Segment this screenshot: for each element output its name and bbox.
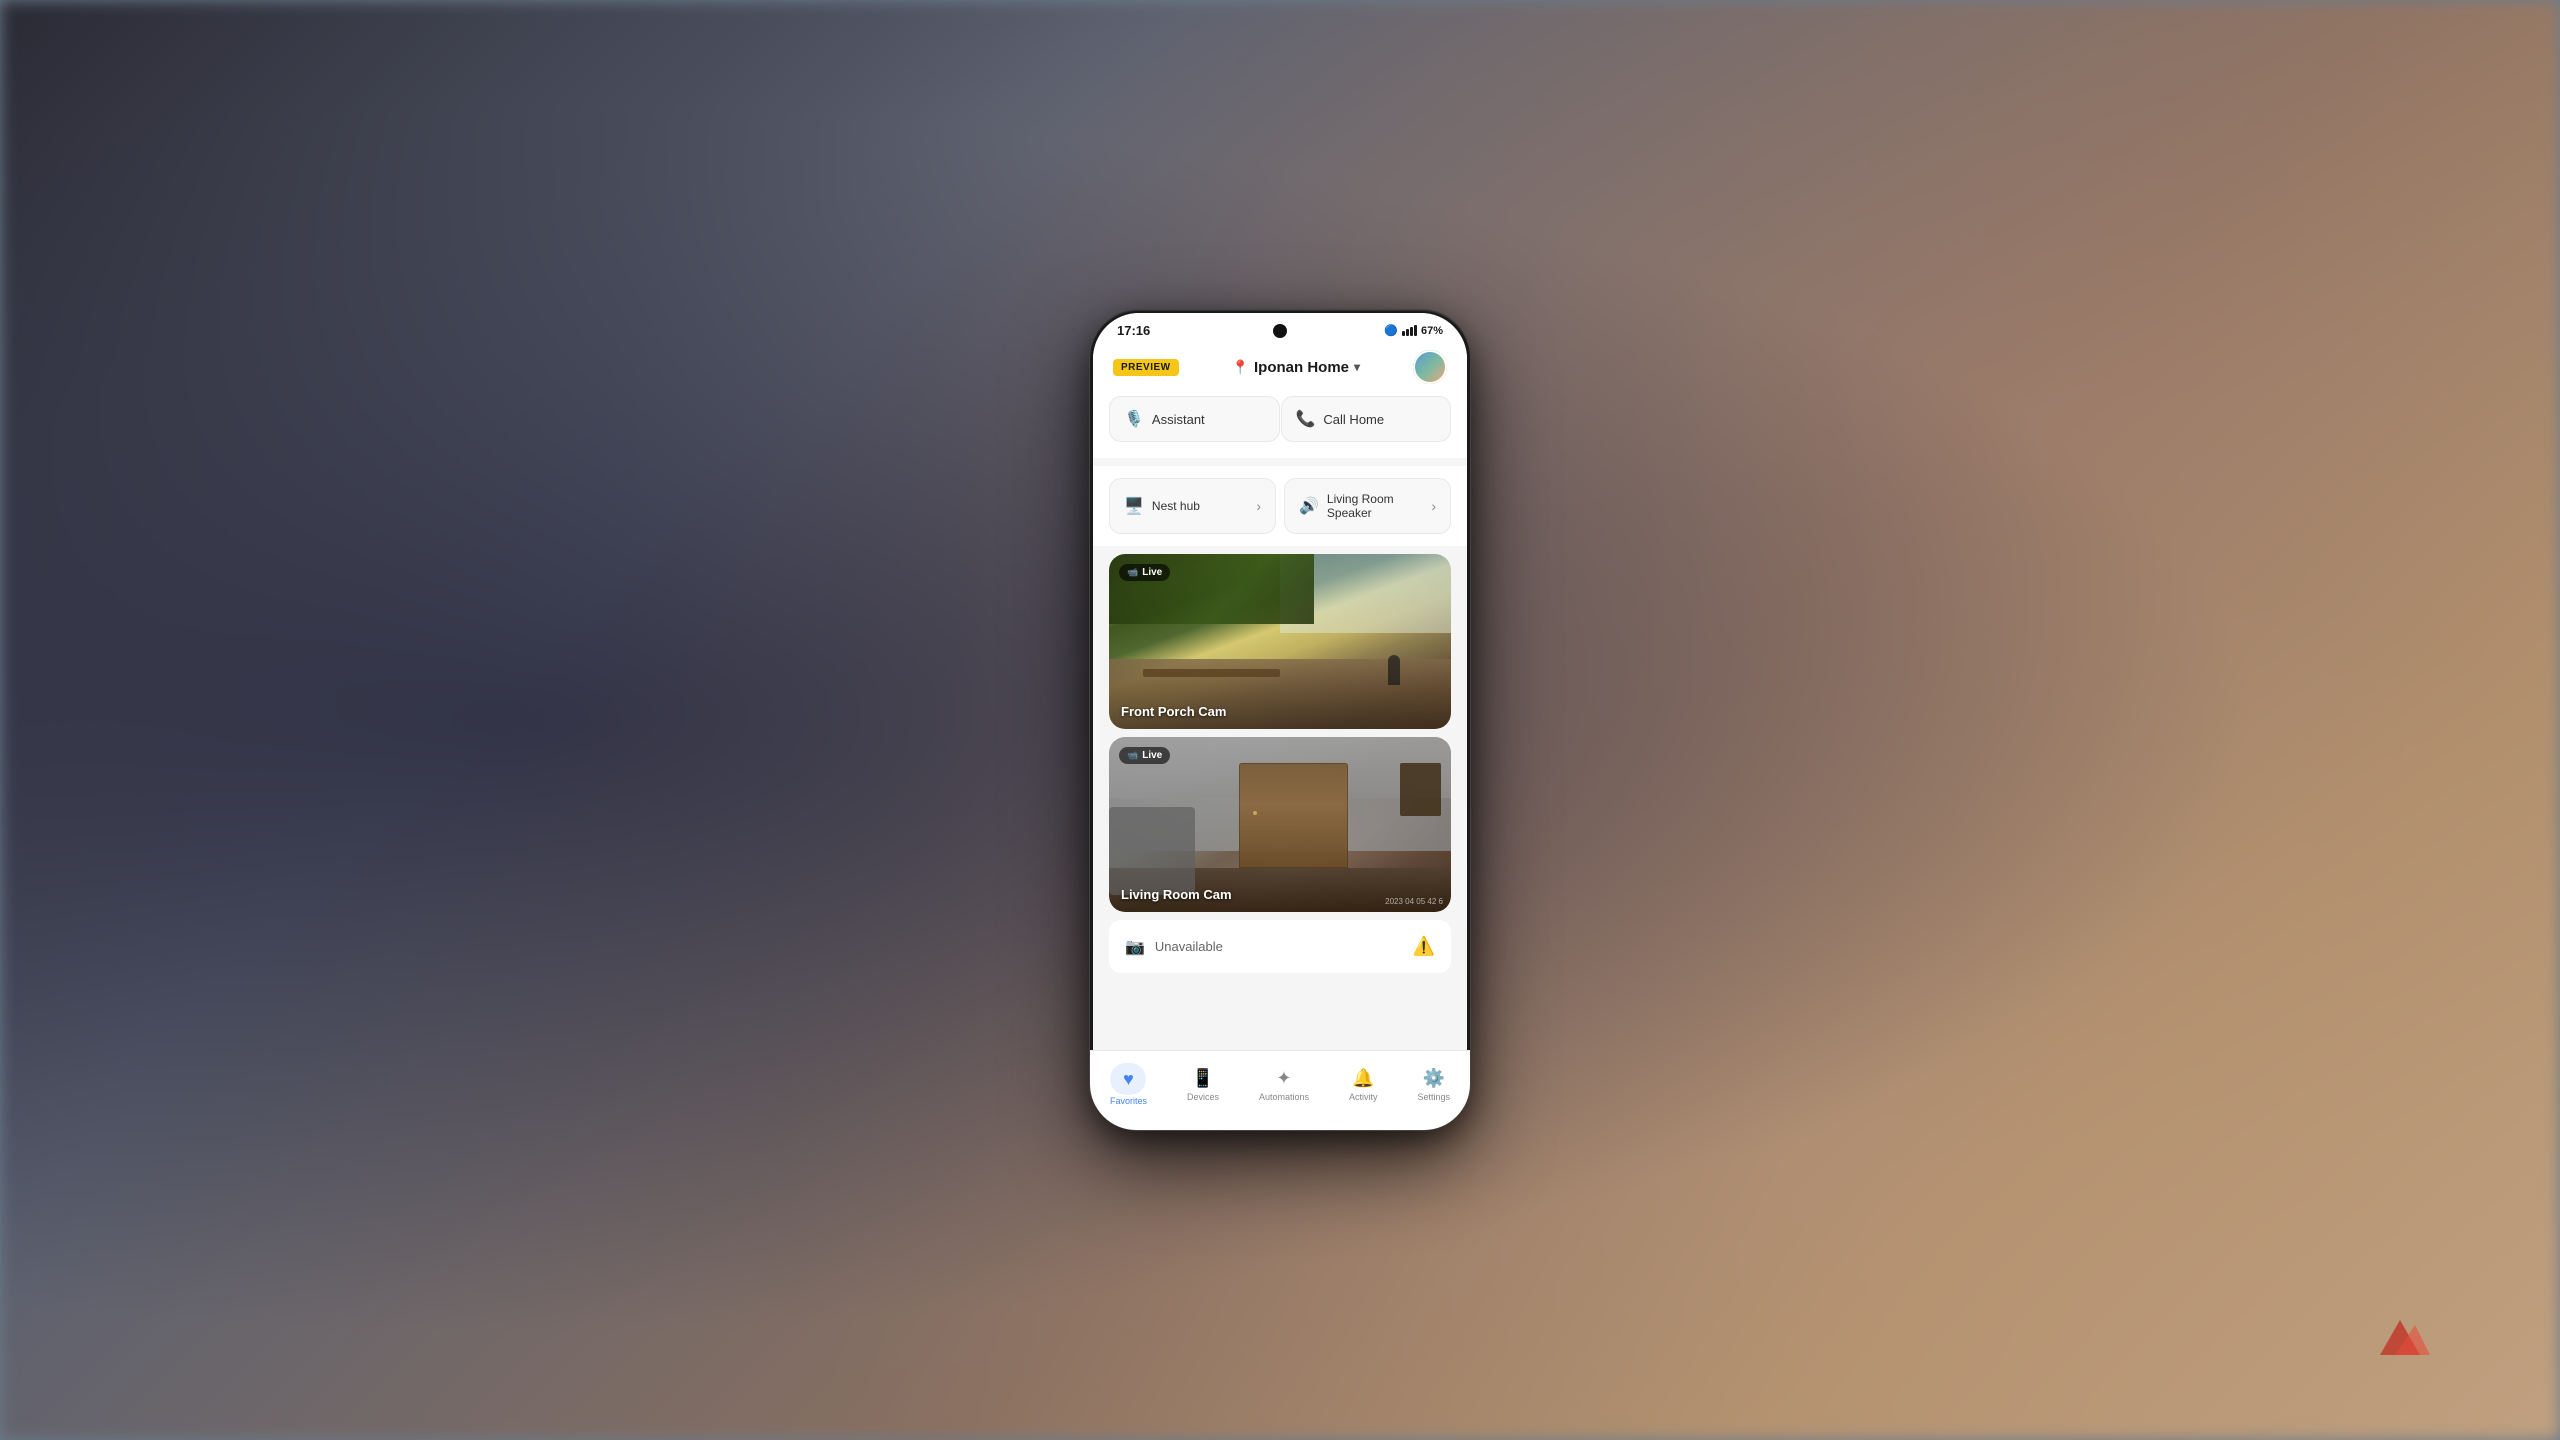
front-porch-live-badge: 📹 Live: [1119, 564, 1170, 581]
phone-device: 17:16 🔵 67% PREVIEW 📍 Iponan H: [1090, 310, 1470, 1130]
warning-icon: ⚠️: [1413, 936, 1435, 957]
watermark: [2370, 1310, 2430, 1360]
front-porch-live-label: Live: [1142, 567, 1162, 578]
app-header: PREVIEW 📍 Iponan Home ▾: [1093, 342, 1467, 396]
status-icons: 🔵 67%: [1384, 324, 1443, 337]
nav-favorites[interactable]: ♥ Favorites: [1102, 1059, 1155, 1110]
status-time: 17:16: [1117, 323, 1150, 338]
living-room-cam-label: Living Room Cam: [1121, 887, 1232, 902]
signal-icon: [1402, 325, 1417, 336]
quick-actions-grid: 🎙️ Assistant 📞 Call Home: [1093, 396, 1467, 458]
nest-hub-card[interactable]: 🖥️ Nest hub ›: [1109, 478, 1276, 534]
speaker-icon: 🔊: [1299, 496, 1319, 516]
nav-activity[interactable]: 🔔 Activity: [1341, 1064, 1386, 1106]
bell-icon: 🔔: [1352, 1068, 1374, 1089]
nav-devices-label: Devices: [1187, 1092, 1219, 1102]
assistant-button[interactable]: 🎙️ Assistant: [1109, 396, 1280, 442]
timestamp: 2023 04 05 42 6: [1385, 897, 1443, 906]
main-content: 🎙️ Assistant 📞 Call Home 🖥️ Nest hub ›: [1093, 396, 1467, 1127]
speaker-arrow: ›: [1431, 498, 1436, 514]
nav-devices[interactable]: 📱 Devices: [1179, 1064, 1227, 1106]
unavailable-label: Unavailable: [1155, 939, 1223, 954]
living-room-camera-feed[interactable]: 📹 Live Living Room Cam 2023 04 05 42 6: [1109, 737, 1451, 912]
nav-favorites-label: Favorites: [1110, 1096, 1147, 1106]
living-room-live-label: Live: [1142, 750, 1162, 761]
unavailable-camera-card[interactable]: 📷 Unavailable ⚠️: [1109, 920, 1451, 973]
devices-icon: 📱: [1192, 1068, 1214, 1089]
device-grid: 🖥️ Nest hub › 🔊 Living Room Speaker ›: [1093, 466, 1467, 546]
assistant-label: Assistant: [1152, 412, 1205, 427]
heart-icon: ♥: [1123, 1069, 1134, 1090]
living-room-preview: 📹 Live Living Room Cam 2023 04 05 42 6: [1109, 737, 1451, 912]
avatar-image: [1413, 350, 1447, 384]
battery-text: 67%: [1421, 325, 1443, 337]
nav-automations[interactable]: ✦ Automations: [1251, 1064, 1317, 1106]
nav-settings-label: Settings: [1417, 1092, 1450, 1102]
unavailable-left: 📷 Unavailable: [1125, 937, 1223, 957]
nav-favorites-pill: ♥: [1110, 1063, 1146, 1095]
nav-automations-label: Automations: [1259, 1092, 1309, 1102]
home-name: Iponan Home: [1254, 359, 1349, 376]
phone-icon: 📞: [1296, 409, 1316, 429]
call-home-label: Call Home: [1323, 412, 1384, 427]
home-selector[interactable]: 📍 Iponan Home ▾: [1232, 359, 1360, 376]
nest-hub-label: Nest hub: [1152, 499, 1200, 513]
nav-settings[interactable]: ⚙️ Settings: [1409, 1064, 1458, 1106]
living-room-speaker-card[interactable]: 🔊 Living Room Speaker ›: [1284, 478, 1451, 534]
location-icon: 📍: [1232, 359, 1249, 376]
front-porch-camera-feed[interactable]: 📹 Live Front Porch Cam: [1109, 554, 1451, 729]
camera-video-icon-2: 📹: [1127, 750, 1138, 761]
camera-off-icon: 📷: [1125, 937, 1145, 957]
speaker-content: 🔊 Living Room Speaker: [1299, 492, 1431, 520]
nest-hub-content: 🖥️ Nest hub: [1124, 496, 1256, 516]
preview-badge: PREVIEW: [1113, 359, 1179, 376]
camera-notch: [1273, 324, 1287, 338]
living-room-live-badge: 📹 Live: [1119, 747, 1170, 764]
automations-icon: ✦: [1276, 1068, 1291, 1089]
bottom-navigation: ♥ Favorites 📱 Devices ✦ Automations 🔔 Ac…: [1093, 1050, 1467, 1127]
watermark-logo: [2370, 1310, 2430, 1360]
camera-video-icon: 📹: [1127, 567, 1138, 578]
front-porch-cam-label: Front Porch Cam: [1121, 704, 1226, 719]
living-room-speaker-label: Living Room Speaker: [1327, 492, 1431, 520]
nest-hub-arrow: ›: [1256, 498, 1261, 514]
phone-screen: 17:16 🔵 67% PREVIEW 📍 Iponan H: [1093, 313, 1467, 1127]
call-home-button[interactable]: 📞 Call Home: [1281, 396, 1452, 442]
microphone-icon: 🎙️: [1124, 409, 1144, 429]
display-icon: 🖥️: [1124, 496, 1144, 516]
gear-icon: ⚙️: [1422, 1068, 1444, 1089]
chevron-down-icon: ▾: [1354, 360, 1360, 374]
wifi-icon: 🔵: [1384, 324, 1398, 337]
front-porch-preview: 📹 Live Front Porch Cam: [1109, 554, 1451, 729]
nav-activity-label: Activity: [1349, 1092, 1378, 1102]
user-avatar[interactable]: [1413, 350, 1447, 384]
